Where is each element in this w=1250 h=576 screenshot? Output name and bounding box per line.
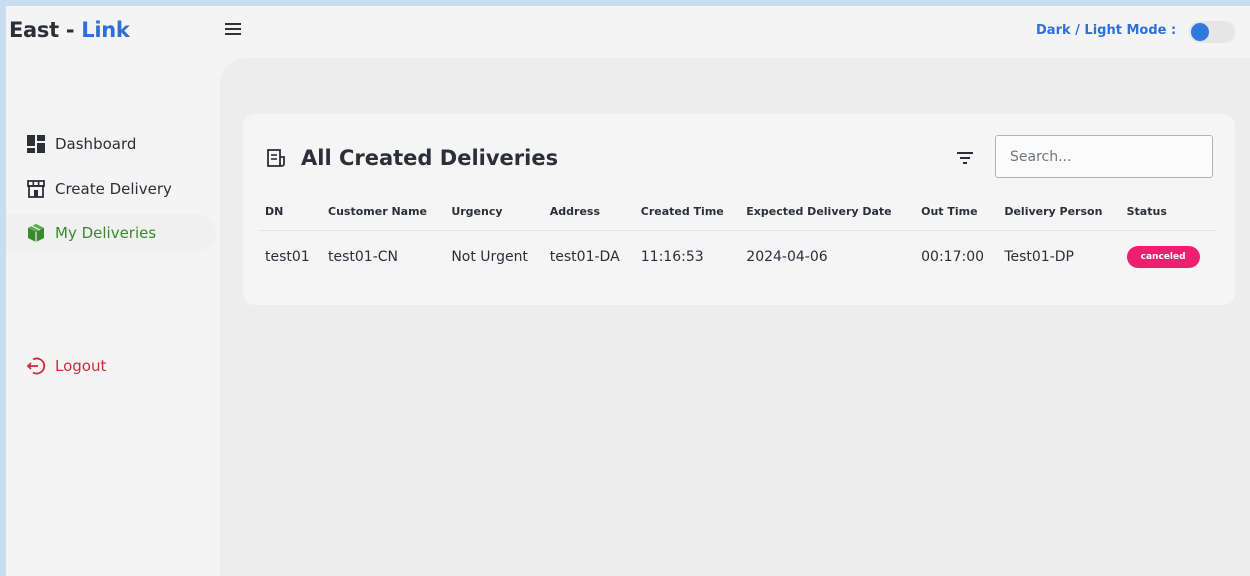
deliveries-card: All Created Deliveries DN Customer Name … <box>243 114 1235 305</box>
cell-created-time: 11:16:53 <box>640 249 704 266</box>
store-icon <box>27 180 45 198</box>
sidebar-item-label: My Deliveries <box>55 224 157 242</box>
column-header: Out Time <box>915 194 999 231</box>
sidebar-item-label: Dashboard <box>55 135 137 153</box>
cell-expected-date: 2024-04-06 <box>746 249 828 266</box>
cell-urgency: Not Urgent <box>451 249 528 266</box>
cell-address: test01-DA <box>549 249 620 266</box>
top-header: East - Link Dark / Light Mode : <box>6 6 1250 58</box>
hamburger-menu-icon[interactable] <box>223 20 243 38</box>
column-header: DN <box>259 194 322 231</box>
dashboard-icon <box>27 135 45 153</box>
deliveries-table: DN Customer Name Urgency Address Created… <box>259 194 1215 284</box>
search-input[interactable] <box>995 135 1213 178</box>
brand-accent: Link <box>81 18 130 42</box>
card-header: All Created Deliveries <box>265 144 558 172</box>
sidebar-item-dashboard[interactable]: Dashboard <box>6 125 216 163</box>
receipt-icon <box>267 149 285 167</box>
logout-button[interactable]: Logout <box>6 347 216 385</box>
sidebar-item-my-deliveries[interactable]: My Deliveries <box>6 214 216 252</box>
column-header: Urgency <box>445 194 544 231</box>
status-badge: canceled <box>1126 246 1200 269</box>
sidebar-item-label: Create Delivery <box>55 180 172 198</box>
page-title: All Created Deliveries <box>301 146 559 170</box>
sidebar-item-create-delivery[interactable]: Create Delivery <box>6 170 216 208</box>
logout-label: Logout <box>55 357 107 375</box>
column-header: Address <box>543 194 635 231</box>
brand-logo: East - Link <box>9 18 130 42</box>
table-header-row: DN Customer Name Urgency Address Created… <box>259 194 1215 231</box>
cell-out-time: 00:17:00 <box>921 249 985 266</box>
column-header: Status <box>1120 194 1215 231</box>
app-frame: East - Link Dark / Light Mode : Dashboar… <box>6 6 1250 576</box>
cell-delivery-person: Test01-DP <box>1004 249 1074 266</box>
theme-mode-label: Dark / Light Mode : <box>1036 23 1177 38</box>
filter-icon[interactable] <box>955 148 975 168</box>
table-row[interactable]: test01 test01-CN Not Urgent test01-DA 11… <box>259 230 1215 284</box>
column-header: Created Time <box>634 194 741 231</box>
theme-toggle[interactable] <box>1189 21 1235 43</box>
column-header: Expected Delivery Date <box>740 194 916 231</box>
main-content: All Created Deliveries DN Customer Name … <box>220 58 1250 576</box>
brand-prefix: East - <box>9 18 82 42</box>
column-header: Customer Name <box>322 194 446 231</box>
sidebar: Dashboard Create Delivery My Deliveries <box>6 58 220 576</box>
cell-status: canceled <box>1121 230 1215 284</box>
package-icon <box>28 224 44 242</box>
column-header: Delivery Person <box>998 194 1121 231</box>
logout-icon <box>26 357 46 375</box>
cell-customer-name: test01-CN <box>328 249 398 266</box>
cell-dn: test01 <box>265 249 310 266</box>
toggle-knob <box>1191 23 1209 41</box>
